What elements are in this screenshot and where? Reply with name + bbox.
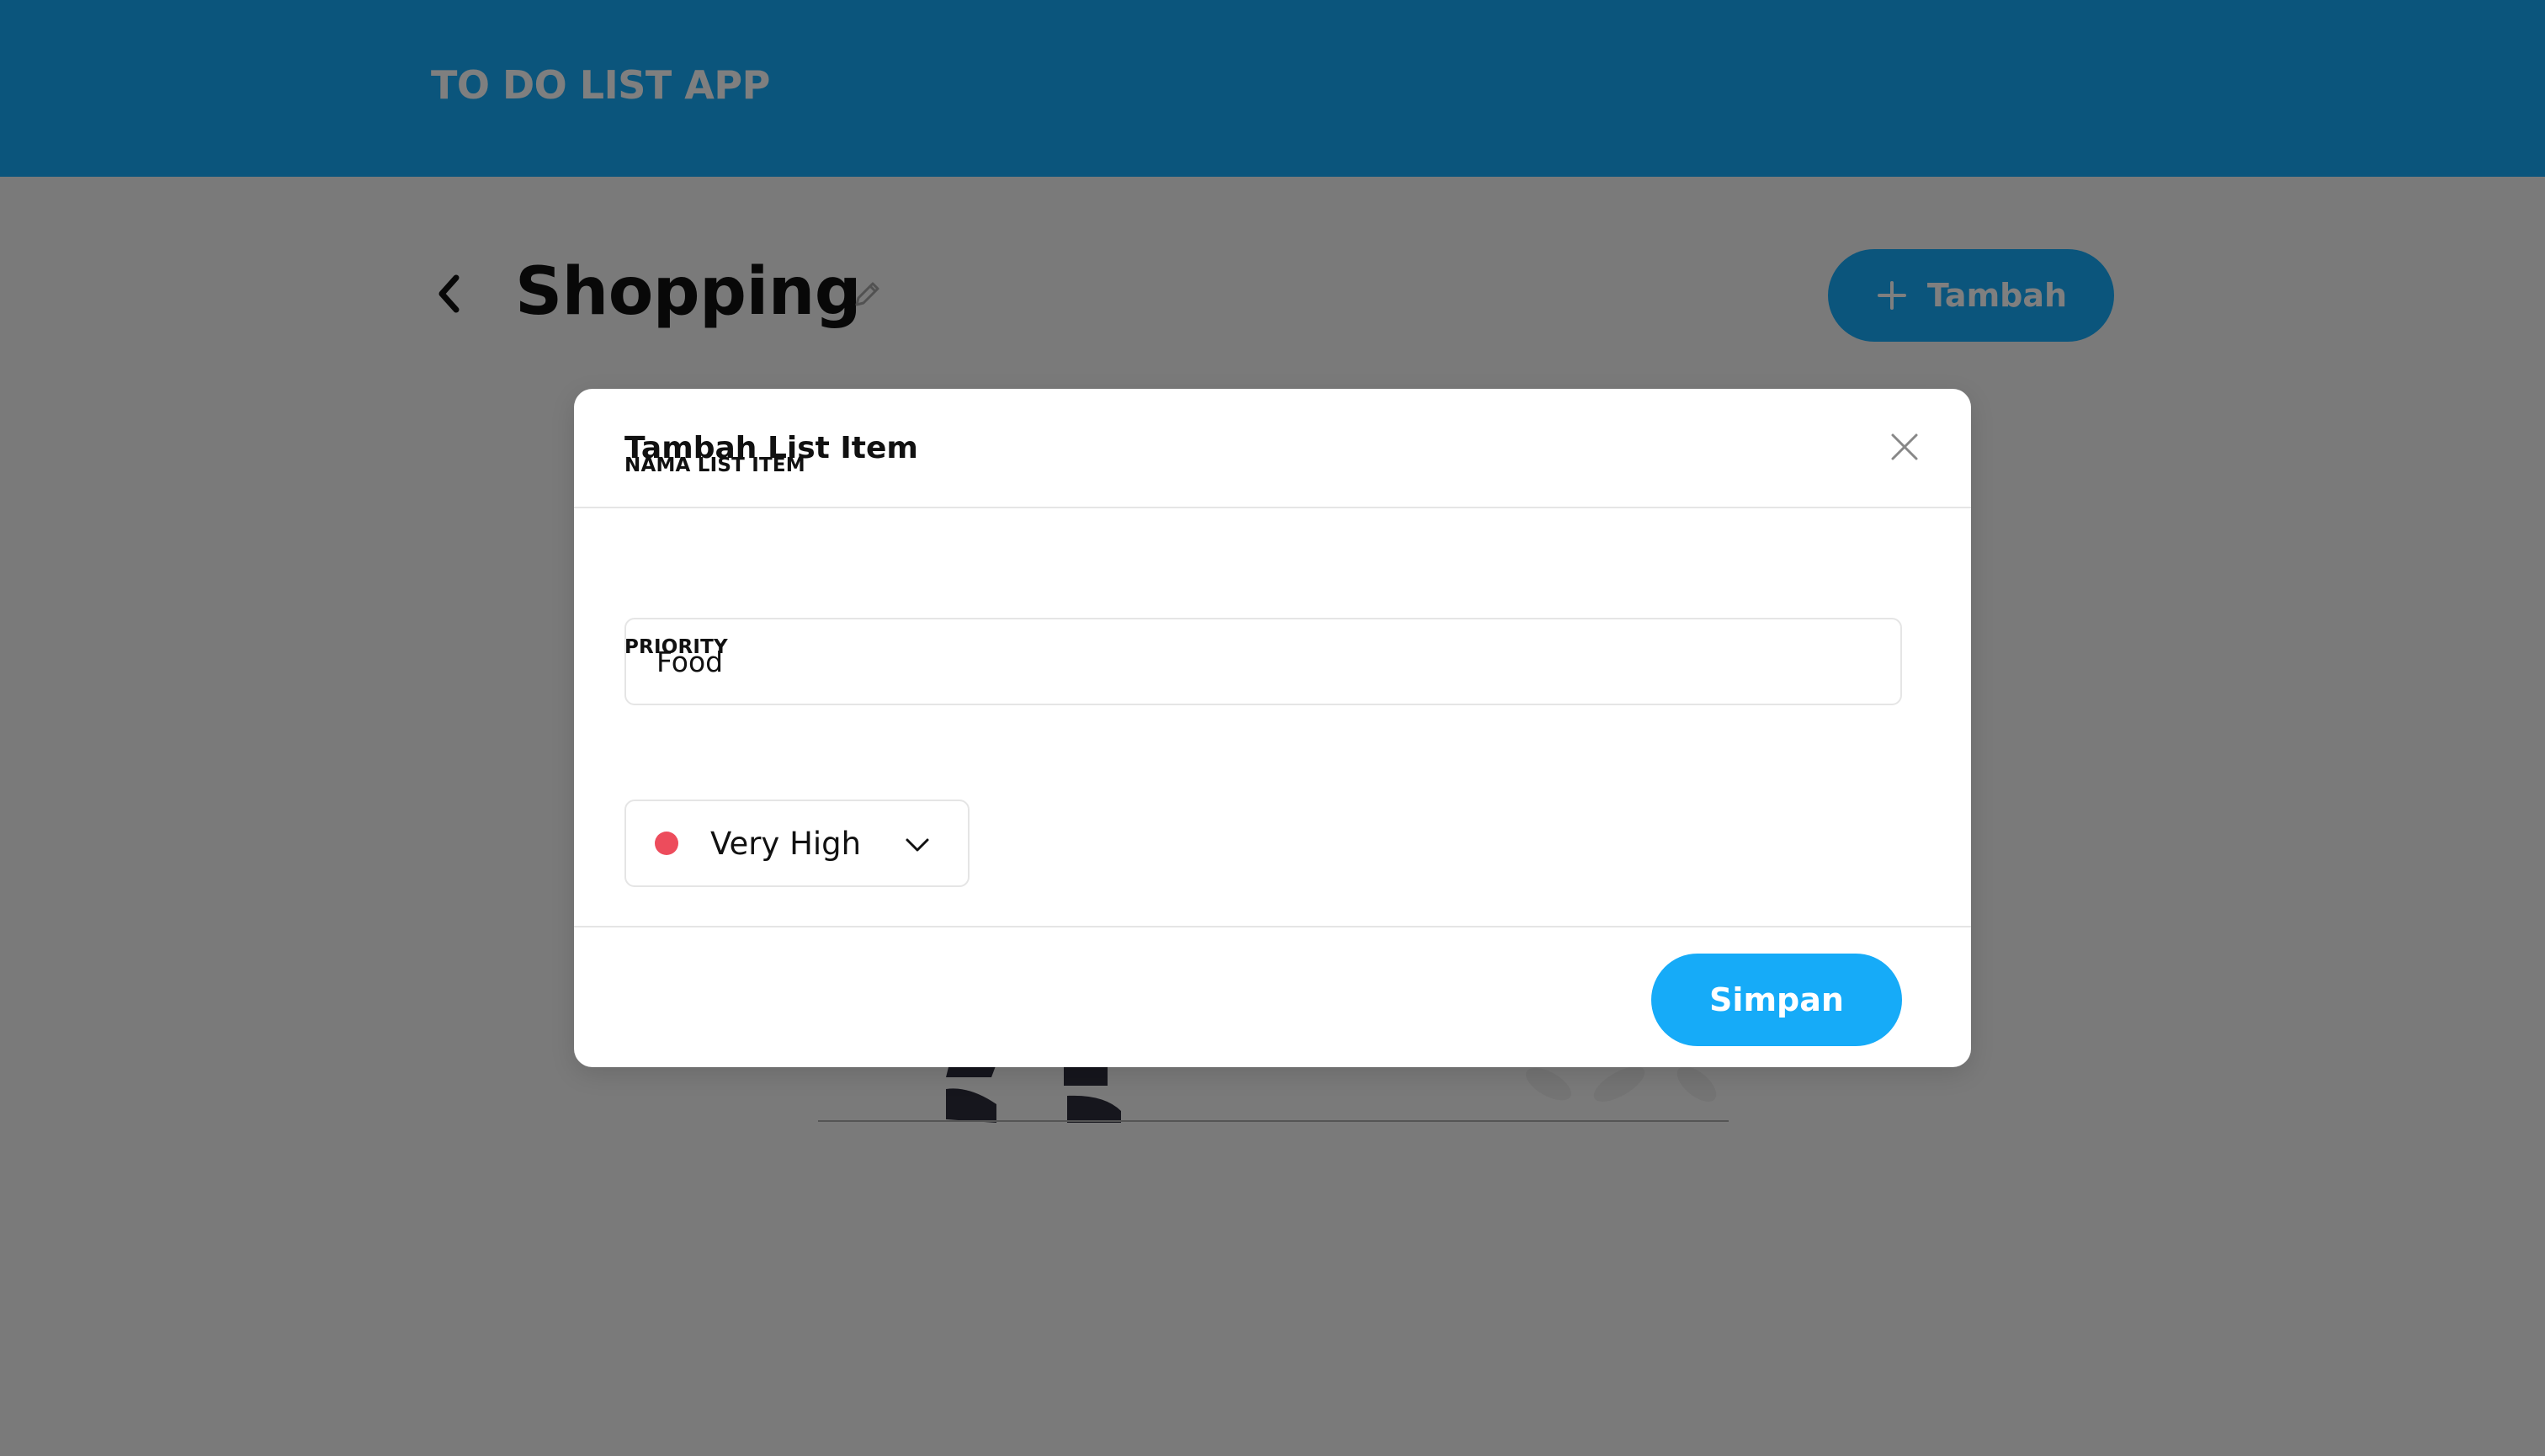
save-button[interactable]: Simpan [1651,954,1902,1046]
priority-color-indicator [655,832,678,855]
modal-header: Tambah List Item [574,389,1971,508]
item-name-input[interactable] [624,618,1902,705]
priority-dropdown[interactable]: Very High [624,800,970,887]
priority-field-label: PRIORITY [624,636,728,658]
modal-footer-divider [574,926,1971,927]
close-button[interactable] [1884,428,1926,470]
name-field-label: NAMA LIST ITEM [624,454,805,476]
close-icon [1890,433,1919,465]
priority-selected-value: Very High [710,825,862,862]
chevron-down-icon [904,832,931,858]
